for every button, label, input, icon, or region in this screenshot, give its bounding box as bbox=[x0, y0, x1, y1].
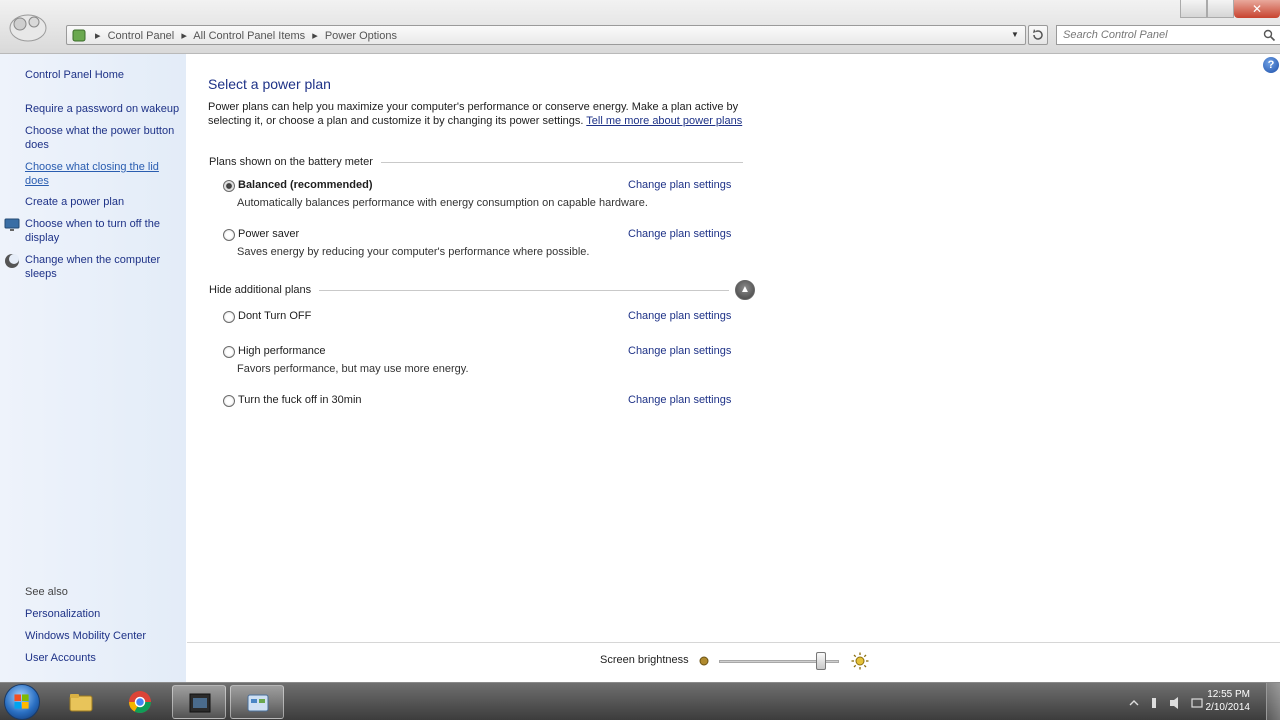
plan-custom-30min[interactable]: Turn the fuck off in 30min Change plan s… bbox=[223, 394, 743, 429]
close-button[interactable]: ✕ bbox=[1234, 0, 1280, 18]
windows-logo-icon bbox=[14, 694, 29, 709]
help-icon[interactable]: ? bbox=[1263, 57, 1279, 73]
page-title: Select a power plan bbox=[208, 76, 331, 92]
refresh-button[interactable] bbox=[1028, 25, 1048, 45]
task-require-password[interactable]: Require a password on wakeup bbox=[25, 102, 183, 116]
section-divider bbox=[380, 161, 743, 163]
additional-plans-header[interactable]: Hide additional plans bbox=[209, 284, 730, 296]
taskbar: 12:55 PM 2/10/2014 bbox=[0, 682, 1280, 720]
plan-balanced-radio[interactable] bbox=[223, 180, 235, 192]
taskbar-explorer[interactable] bbox=[54, 685, 108, 719]
tell-me-more-link[interactable]: Tell me more about power plans bbox=[586, 115, 742, 127]
breadcrumb: ▸ Control Panel ▸ All Control Panel Item… bbox=[91, 29, 397, 42]
additional-plans-label[interactable]: Hide additional plans bbox=[209, 284, 311, 296]
task-closing-lid[interactable]: Choose what closing the lid does bbox=[25, 160, 183, 188]
control-panel-icon bbox=[9, 14, 47, 42]
plan-power-saver[interactable]: Power saver Saves energy by reducing you… bbox=[223, 228, 743, 263]
folder-icon bbox=[69, 694, 93, 712]
plan-dont-turn-off-radio[interactable] bbox=[223, 311, 235, 323]
taskbar-control-panel[interactable] bbox=[230, 685, 284, 719]
plan-high-performance-radio[interactable] bbox=[223, 346, 235, 358]
breadcrumb-arrow-icon[interactable]: ▸ bbox=[312, 30, 318, 42]
task-power-button[interactable]: Choose what the power button does bbox=[25, 124, 183, 152]
plan-power-saver-radio[interactable] bbox=[223, 229, 235, 241]
breadcrumb-item-all-items[interactable]: All Control Panel Items bbox=[193, 30, 305, 42]
plan-dont-turn-off[interactable]: Dont Turn OFF Change plan settings bbox=[223, 310, 743, 345]
see-also-user-accounts[interactable]: User Accounts bbox=[25, 651, 183, 665]
see-also-mobility-center[interactable]: Windows Mobility Center bbox=[25, 629, 183, 643]
section-divider bbox=[319, 289, 730, 291]
breadcrumb-arrow-icon[interactable]: ▸ bbox=[181, 30, 187, 42]
clock-date: 2/10/2014 bbox=[1205, 702, 1251, 713]
search-input[interactable]: Search Control Panel bbox=[1056, 25, 1280, 45]
brightness-label: Screen brightness bbox=[600, 654, 689, 666]
plan-name[interactable]: Turn the fuck off in 30min bbox=[238, 394, 362, 406]
taskbar-app[interactable] bbox=[172, 685, 226, 719]
plan-balanced[interactable]: Balanced (recommended) Automatically bal… bbox=[223, 179, 743, 214]
change-plan-settings-link[interactable]: Change plan settings bbox=[628, 345, 731, 357]
breadcrumb-item-control-panel[interactable]: Control Panel bbox=[108, 30, 175, 42]
plan-name[interactable]: High performance bbox=[238, 345, 325, 357]
plan-high-performance[interactable]: High performance Favors performance, but… bbox=[223, 345, 743, 380]
clock-time: 12:55 PM bbox=[1207, 689, 1250, 700]
plan-description: Favors performance, but may use more ene… bbox=[237, 363, 469, 375]
breadcrumb-item-power-options[interactable]: Power Options bbox=[325, 30, 397, 42]
collapse-chevron-icon[interactable]: ▲ bbox=[735, 280, 755, 300]
refresh-icon bbox=[1033, 29, 1043, 40]
app-window-icon bbox=[189, 693, 211, 713]
display-icon bbox=[4, 218, 20, 231]
plan-description: Automatically balances performance with … bbox=[237, 197, 648, 209]
taskbar-clock[interactable]: 12:55 PM 2/10/2014 bbox=[1206, 688, 1251, 714]
battery-section-label: Plans shown on the battery meter bbox=[209, 156, 373, 168]
window-titlebar: ✕ ▸ Control Panel ▸ All Control Panel It… bbox=[0, 0, 1280, 54]
change-plan-settings-link[interactable]: Change plan settings bbox=[628, 179, 731, 191]
change-plan-settings-link[interactable]: Change plan settings bbox=[628, 228, 731, 240]
search-placeholder: Search Control Panel bbox=[1063, 29, 1168, 41]
dim-sun-icon bbox=[699, 656, 709, 666]
main-content: ? Select a power plan Power plans can he… bbox=[187, 54, 1280, 642]
plan-description: Saves energy by reducing your computer's… bbox=[237, 246, 590, 258]
change-plan-settings-link[interactable]: Change plan settings bbox=[628, 310, 731, 322]
plan-name[interactable]: Balanced (recommended) bbox=[238, 179, 372, 191]
brightness-bar: Screen brightness bbox=[187, 642, 1280, 682]
task-computer-sleeps[interactable]: Change when the computer sleeps bbox=[25, 253, 183, 281]
left-navigation-pane: Control Panel Home Require a password on… bbox=[0, 54, 186, 682]
minimize-button[interactable] bbox=[1180, 0, 1207, 18]
plan-custom-30min-radio[interactable] bbox=[223, 395, 235, 407]
see-also-personalization[interactable]: Personalization bbox=[25, 607, 183, 621]
chrome-icon bbox=[129, 691, 151, 713]
see-also-heading: See also bbox=[25, 586, 68, 598]
start-button[interactable] bbox=[4, 684, 40, 720]
control-panel-small-icon bbox=[72, 29, 86, 42]
search-icon[interactable] bbox=[1263, 29, 1276, 42]
address-dropdown-icon[interactable]: ▼ bbox=[1011, 30, 1021, 40]
task-create-power-plan[interactable]: Create a power plan bbox=[25, 195, 183, 209]
maximize-button[interactable] bbox=[1207, 0, 1234, 18]
battery-section-header: Plans shown on the battery meter bbox=[209, 156, 743, 168]
address-bar[interactable]: ▸ Control Panel ▸ All Control Panel Item… bbox=[66, 25, 1026, 45]
plan-name[interactable]: Dont Turn OFF bbox=[238, 310, 311, 322]
taskbar-chrome[interactable] bbox=[113, 685, 167, 719]
system-tray-icons[interactable] bbox=[1126, 696, 1206, 710]
brightness-slider-thumb[interactable] bbox=[816, 652, 826, 670]
show-desktop-button[interactable] bbox=[1266, 683, 1280, 720]
control-panel-home-link[interactable]: Control Panel Home bbox=[25, 68, 183, 82]
change-plan-settings-link[interactable]: Change plan settings bbox=[628, 394, 731, 406]
sleep-moon-icon bbox=[5, 254, 19, 268]
window-controls: ✕ bbox=[1150, 0, 1280, 18]
plan-name[interactable]: Power saver bbox=[238, 228, 299, 240]
intro-text: Power plans can help you maximize your c… bbox=[208, 100, 750, 128]
bright-sun-icon bbox=[851, 652, 869, 670]
control-panel-taskbar-icon bbox=[247, 694, 269, 712]
task-turn-off-display[interactable]: Choose when to turn off the display bbox=[25, 217, 183, 245]
breadcrumb-arrow-icon: ▸ bbox=[95, 30, 101, 42]
